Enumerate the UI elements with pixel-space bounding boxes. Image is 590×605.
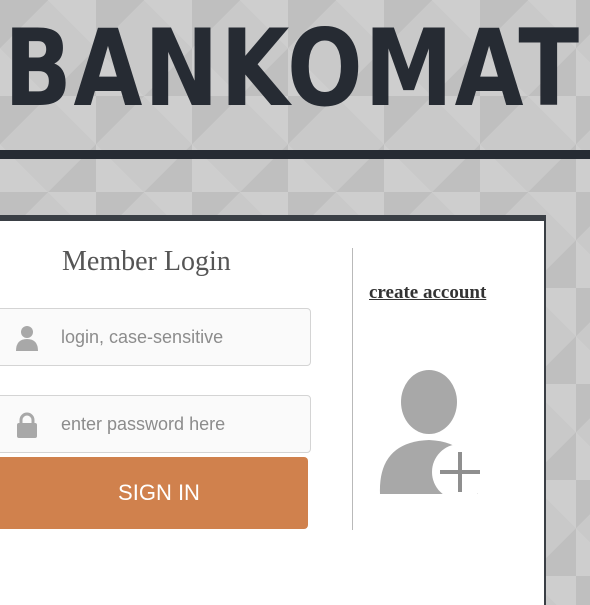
login-input[interactable] [61, 309, 291, 365]
user-icon [16, 326, 38, 351]
login-field[interactable] [0, 308, 311, 366]
sign-in-button[interactable]: SIGN IN [0, 457, 308, 529]
page-title: Member Login [62, 246, 231, 277]
create-account-link[interactable]: create account [369, 282, 486, 304]
lock-icon [17, 412, 37, 438]
password-input[interactable] [61, 396, 291, 452]
brand-logo: BANKOMAT [4, 7, 581, 130]
column-divider [352, 248, 353, 530]
password-field[interactable] [0, 395, 311, 453]
header-divider [0, 150, 590, 159]
add-user-icon[interactable] [376, 366, 482, 500]
